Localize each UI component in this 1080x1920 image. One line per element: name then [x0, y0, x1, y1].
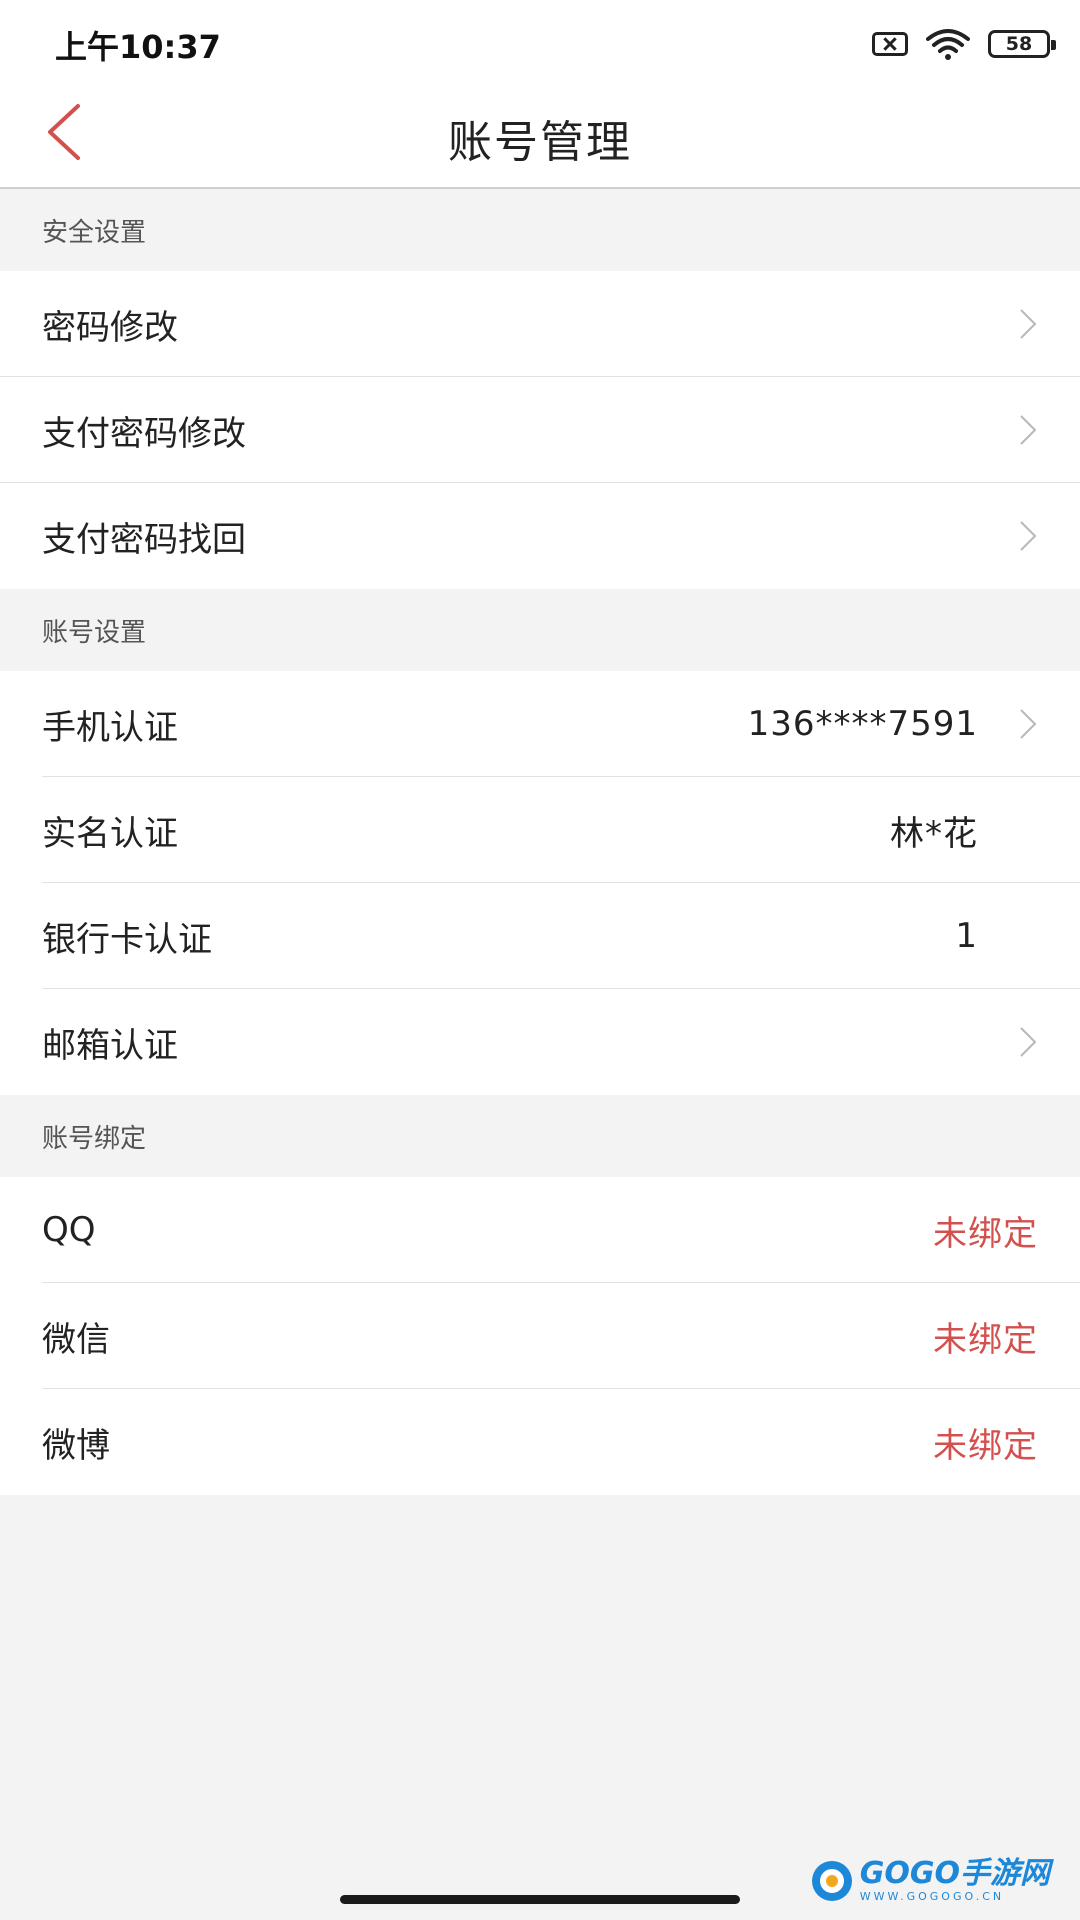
bind-status: 未绑定 [933, 1425, 1038, 1466]
settings-list: 安全设置 密码修改 支付密码修改 支付密码找回 账号设置 手机认证 136***… [0, 189, 1080, 1495]
row-bind-qq[interactable]: QQ 未绑定 [0, 1177, 1080, 1283]
row-bankcard-auth: 银行卡认证 1 [0, 883, 1080, 989]
gogo-logo-icon [811, 1860, 852, 1901]
status-icons: 58 [872, 24, 1056, 64]
wifi-icon [926, 29, 970, 60]
chevron-right-icon [1020, 415, 1037, 445]
row-pay-password-change[interactable]: 支付密码修改 [0, 377, 1080, 483]
row-pay-password-recover[interactable]: 支付密码找回 [0, 483, 1080, 589]
section-header-binding: 账号绑定 [0, 1095, 1080, 1177]
row-label: 微博 [42, 1425, 110, 1466]
bind-status: 未绑定 [933, 1319, 1038, 1360]
row-label: 支付密码找回 [42, 519, 246, 560]
chevron-right-icon [1020, 709, 1037, 739]
row-email-auth[interactable]: 邮箱认证 [0, 989, 1080, 1095]
watermark-text: GOGO手游网 WWW.GOGOGO.CN [859, 1856, 1050, 1904]
no-sim-icon [872, 32, 908, 56]
row-bind-weibo[interactable]: 微博 未绑定 [0, 1389, 1080, 1495]
battery-level: 58 [1005, 33, 1033, 55]
row-label: 手机认证 [42, 707, 178, 748]
section-header-account: 账号设置 [0, 589, 1080, 671]
phone-number-value: 136****7591 [747, 704, 978, 744]
row-label: 邮箱认证 [42, 1025, 178, 1066]
watermark: GOGO手游网 WWW.GOGOGO.CN [810, 1858, 1050, 1903]
row-realname-auth: 实名认证 林*花 [0, 777, 1080, 883]
bankcard-count-value: 1 [955, 916, 978, 956]
home-indicator[interactable] [340, 1895, 740, 1904]
section-header-security: 安全设置 [0, 189, 1080, 271]
nav-bar: 账号管理 [0, 80, 1080, 189]
realname-value: 林*花 [890, 813, 978, 854]
row-phone-auth[interactable]: 手机认证 136****7591 [0, 671, 1080, 777]
row-label: 实名认证 [42, 813, 178, 854]
battery-icon: 58 [988, 30, 1056, 58]
watermark-sub: WWW.GOGOGO.CN [859, 1890, 1005, 1903]
status-time: 上午10:37 [55, 28, 221, 66]
row-label: 微信 [42, 1319, 110, 1360]
row-bind-wechat[interactable]: 微信 未绑定 [0, 1283, 1080, 1389]
page-title: 账号管理 [448, 117, 632, 168]
bind-status: 未绑定 [933, 1213, 1038, 1254]
row-label: 银行卡认证 [42, 919, 212, 960]
row-label: 支付密码修改 [42, 413, 246, 454]
chevron-right-icon [1020, 309, 1037, 339]
watermark-main: GOGO手游网 [859, 1856, 1050, 1891]
status-bar: 上午10:37 58 [0, 0, 1080, 80]
row-label: QQ [42, 1210, 96, 1250]
row-password-change[interactable]: 密码修改 [0, 271, 1080, 377]
chevron-right-icon [1020, 521, 1037, 551]
chevron-right-icon [1020, 1027, 1037, 1057]
row-label: 密码修改 [42, 307, 178, 348]
